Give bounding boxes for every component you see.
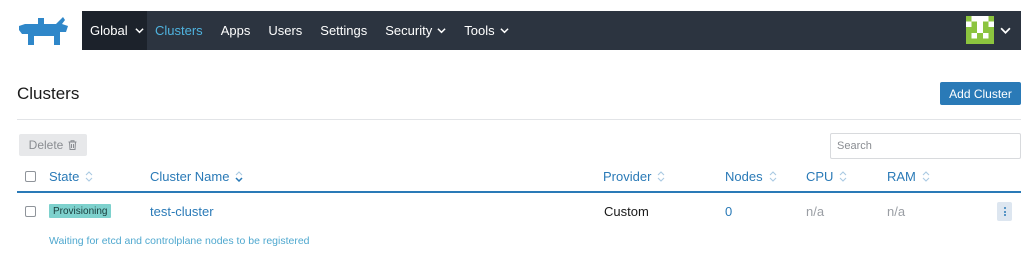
- column-header-cpu[interactable]: CPU: [806, 169, 847, 184]
- column-label: CPU: [806, 169, 834, 184]
- sort-icon: [769, 171, 776, 182]
- nav-item-users[interactable]: Users: [268, 23, 302, 38]
- delete-label: Delete: [28, 138, 64, 152]
- rancher-logo-icon[interactable]: [16, 14, 70, 48]
- column-label: RAM: [887, 169, 916, 184]
- nav-item-label: Security: [385, 23, 433, 38]
- global-menu-button[interactable]: Global: [82, 11, 147, 50]
- global-label: Global: [90, 23, 128, 38]
- column-header-state[interactable]: State: [49, 169, 93, 184]
- nav-item-label: Users: [268, 23, 303, 38]
- nav-item-label: Clusters: [155, 23, 203, 38]
- ram-value: n/a: [887, 204, 906, 219]
- page-title: Clusters: [17, 84, 80, 103]
- sort-icon: [235, 171, 243, 182]
- column-label: State: [49, 169, 80, 184]
- table-header-divider: [17, 191, 1021, 193]
- nav-item-label: Settings: [320, 23, 368, 38]
- search-input[interactable]: [830, 133, 1021, 159]
- sort-icon: [658, 171, 665, 182]
- column-header-ram[interactable]: RAM: [887, 169, 930, 184]
- cluster-name-link[interactable]: test-cluster: [150, 204, 214, 219]
- nav-item-apps[interactable]: Apps: [221, 23, 251, 38]
- sort-icon: [85, 171, 93, 182]
- chevron-down-icon: [499, 28, 509, 34]
- column-label: Cluster Name: [150, 169, 230, 184]
- chevron-down-icon: [134, 28, 144, 34]
- select-all-checkbox[interactable]: [25, 171, 36, 182]
- row-checkbox[interactable]: [25, 206, 36, 217]
- sort-icon: [922, 171, 930, 182]
- nodes-link[interactable]: 0: [725, 204, 732, 219]
- avatar-icon: [966, 16, 994, 44]
- status-badge: Provisioning: [49, 204, 112, 218]
- row-actions-button[interactable]: [997, 202, 1012, 221]
- sort-icon: [840, 171, 847, 182]
- chevron-down-icon: [437, 28, 446, 34]
- column-label: Provider: [603, 169, 652, 184]
- delete-button[interactable]: Delete: [19, 134, 87, 156]
- trash-icon: [68, 140, 77, 150]
- status-message: Waiting for etcd and controlplane nodes …: [49, 235, 310, 247]
- column-header-cluster-name[interactable]: Cluster Name: [150, 169, 243, 184]
- column-label: Nodes: [725, 169, 763, 184]
- chevron-down-icon: [1000, 27, 1011, 34]
- top-navigation-bar: Global Clusters Apps Users Settings Secu…: [82, 11, 1021, 50]
- nav-item-clusters[interactable]: Clusters: [155, 23, 203, 38]
- user-menu-button[interactable]: [966, 16, 1011, 44]
- title-divider: [17, 119, 1021, 120]
- nav-item-label: Apps: [220, 23, 251, 38]
- nav-item-security[interactable]: Security: [385, 23, 446, 38]
- nav-item-settings[interactable]: Settings: [320, 23, 367, 38]
- nav-item-label: Tools: [464, 23, 495, 38]
- cpu-value: n/a: [806, 204, 825, 219]
- add-cluster-button[interactable]: Add Cluster: [940, 82, 1021, 105]
- nav-item-tools[interactable]: Tools: [464, 23, 509, 38]
- kebab-menu-icon: [1003, 207, 1006, 216]
- column-header-provider[interactable]: Provider: [603, 169, 665, 184]
- provider-value: Custom: [604, 204, 649, 219]
- column-header-nodes[interactable]: Nodes: [725, 169, 777, 184]
